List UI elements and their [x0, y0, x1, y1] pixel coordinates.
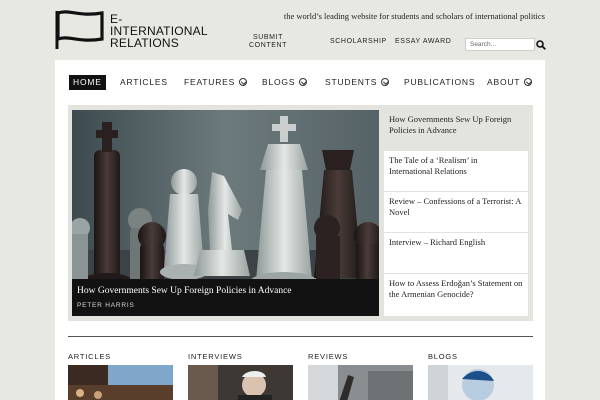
nav-item-publications[interactable]: PUBLICATIONS [404, 75, 475, 90]
featured-caption: How Governments Sew Up Foreign Policies … [72, 279, 379, 316]
chevron-down-icon [524, 78, 533, 86]
nav-item-articles[interactable]: ARTICLES [120, 75, 168, 90]
section-label-reviews[interactable]: REVIEWS [308, 352, 348, 361]
search-icon[interactable] [536, 40, 546, 50]
search-input[interactable]: Search... [465, 38, 535, 51]
list-item[interactable]: How to Assess Erdoğan’s Statement on the… [384, 274, 528, 316]
section-divider [68, 336, 533, 337]
nav-item-features[interactable]: FEATURES [184, 75, 248, 90]
interviews-thumbnail[interactable] [188, 365, 293, 400]
blogs-thumbnail[interactable] [428, 365, 533, 400]
site-logo[interactable]: E-INTERNATIONAL RELATIONS [55, 9, 215, 51]
section-label-blogs[interactable]: BLOGS [428, 352, 458, 361]
nav-item-students[interactable]: STUDENTS [325, 75, 390, 90]
articles-thumbnail[interactable] [68, 365, 173, 400]
flag-logo-icon [55, 10, 104, 49]
list-item[interactable]: Interview – Richard English [384, 233, 528, 273]
reviews-thumbnail[interactable] [308, 365, 413, 400]
chevron-down-icon [299, 78, 308, 86]
tagline: the world’s leading website for students… [283, 11, 545, 21]
featured-article[interactable]: How Governments Sew Up Foreign Policies … [72, 110, 379, 316]
list-item[interactable]: Review – Confessions of a Terrorist: A N… [384, 192, 528, 232]
list-item[interactable]: The Tale of a ‘Realism’ in International… [384, 151, 528, 191]
essay-award-link[interactable]: ESSAY AWARD [395, 38, 451, 46]
brand-name: E-INTERNATIONAL RELATIONS [110, 12, 208, 50]
site-header: E-INTERNATIONAL RELATIONS the world’s le… [0, 0, 600, 60]
section-label-articles[interactable]: ARTICLES [68, 352, 111, 361]
nav-item-home[interactable]: HOME [69, 75, 106, 90]
scholarship-link[interactable]: SCHOLARSHIP [330, 38, 387, 46]
chevron-down-icon [239, 78, 248, 86]
list-item[interactable]: How Governments Sew Up Foreign Policies … [384, 110, 528, 150]
featured-title[interactable]: How Governments Sew Up Foreign Policies … [77, 286, 292, 296]
featured-block: How Governments Sew Up Foreign Policies … [68, 105, 533, 321]
nav-item-about[interactable]: ABOUT [487, 75, 533, 90]
section-label-interviews[interactable]: INTERVIEWS [188, 352, 243, 361]
featured-author[interactable]: PETER HARRIS [77, 302, 135, 309]
nav-item-blogs[interactable]: BLOGS [262, 75, 308, 90]
submit-content-link[interactable]: SUBMIT CONTENT [249, 34, 287, 50]
chevron-down-icon [381, 78, 390, 86]
main-panel: HOME ARTICLES FEATURES BLOGS STUDENTS PU… [55, 60, 545, 400]
